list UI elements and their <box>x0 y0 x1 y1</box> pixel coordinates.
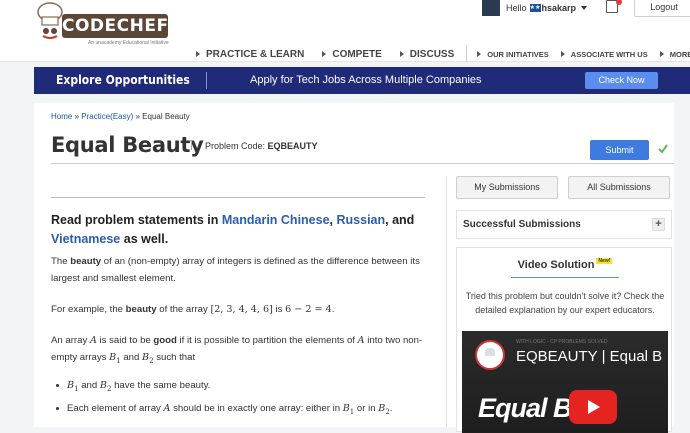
check-icon <box>658 144 668 154</box>
problem-card: Home » Practice(Easy) » Equal Beauty Equ… <box>34 103 674 433</box>
nav-divider <box>466 45 468 63</box>
triangle-right-icon <box>477 51 482 57</box>
triangle-right-icon <box>659 51 664 57</box>
breadcrumb-home[interactable]: Home <box>51 112 72 121</box>
page-title: Equal Beauty <box>51 133 204 157</box>
list-item: B1 and B2 have the same beauty. <box>51 376 425 399</box>
title-divider <box>51 163 674 164</box>
greeting-text: Hello <box>506 3 527 13</box>
star-rating-icon: ★★ <box>529 4 541 12</box>
nav-our-initiatives[interactable]: OUR INITIATIVES <box>477 50 549 59</box>
channel-avatar-icon <box>475 340 505 370</box>
triangle-right-icon <box>399 51 404 57</box>
breadcrumb: Home » Practice(Easy) » Equal Beauty <box>51 112 190 121</box>
new-badge: New! <box>596 258 613 264</box>
triangle-right-icon <box>560 51 565 57</box>
chevron-down-icon <box>581 6 588 10</box>
notification-badge <box>616 0 622 5</box>
conditions-list: B1 and B2 have the same beauty. Each ele… <box>51 376 425 422</box>
statement-divider <box>51 197 425 198</box>
banner-message: Apply for Tech Jobs Across Multiple Comp… <box>250 74 482 86</box>
check-now-button[interactable]: Check Now <box>585 72 658 89</box>
successful-submissions-panel[interactable]: Successful Submissions + <box>456 210 672 239</box>
triangle-right-icon <box>322 51 327 57</box>
thumbnail-caption: WITH LOGIC - CP PROBLEMS SOLVED <box>516 339 608 345</box>
notification-icon[interactable] <box>606 0 622 13</box>
breadcrumb-current: Equal Beauty <box>142 112 190 121</box>
video-solution-panel: Video Solution New! Tried this problem bu… <box>456 247 672 433</box>
paragraph-beauty-def: The beauty of an (non-empty) array of in… <box>51 256 420 284</box>
triangle-right-icon <box>196 51 200 57</box>
nav-associate[interactable]: ASSOCIATE WITH US <box>560 50 648 59</box>
link-russian[interactable]: Russian <box>337 213 386 227</box>
banner-title: Explore Opportunities <box>56 73 190 87</box>
logo-wordmark: CODECHEF <box>62 14 169 38</box>
submit-button[interactable]: Submit <box>590 140 649 160</box>
breadcrumb-practice[interactable]: Practice(Easy) <box>81 112 133 121</box>
paragraph-example: For example, the beauty of the array [2,… <box>51 304 335 315</box>
codechef-logo[interactable]: CODECHEF An unacademy Educational Initia… <box>34 2 174 46</box>
my-submissions-button[interactable]: My Submissions <box>456 176 558 199</box>
list-item: Each element of array A should be in exa… <box>51 399 425 422</box>
video-description: Tried this problem but couldn't solve it… <box>465 291 665 315</box>
play-icon[interactable] <box>569 390 617 424</box>
main-nav: PRACTICE & LEARN COMPETE DISCUSS OUR INI… <box>196 45 690 63</box>
avatar <box>482 0 500 16</box>
opportunities-banner: Explore Opportunities Apply for Tech Job… <box>34 67 690 94</box>
logo-subtitle: An unacademy Educational Initiative <box>88 40 169 46</box>
nav-practice-learn[interactable]: PRACTICE & LEARN <box>196 49 304 60</box>
video-title: EQBEAUTY | Equal B <box>516 348 663 365</box>
nav-compete[interactable]: COMPETE <box>322 49 382 60</box>
video-thumbnail[interactable]: WITH LOGIC - CP PROBLEMS SOLVED EQBEAUTY… <box>462 331 668 433</box>
language-links: Read problem statements in Mandarin Chin… <box>51 213 415 246</box>
video-solution-title: Video Solution New! <box>517 258 613 271</box>
expand-plus-icon[interactable]: + <box>652 218 665 231</box>
successful-submissions-label: Successful Submissions <box>463 219 581 230</box>
problem-code: Problem Code: EQBEAUTY <box>191 141 318 151</box>
top-header: CODECHEF An unacademy Educational Initia… <box>0 0 690 63</box>
title-underline <box>511 277 619 278</box>
nav-more[interactable]: MORE <box>659 50 690 59</box>
username: hsakarp <box>541 3 577 13</box>
all-submissions-button[interactable]: All Submissions <box>568 176 670 199</box>
link-mandarin[interactable]: Mandarin Chinese <box>222 213 330 227</box>
paragraph-good-def: An array A is said to be good if it is p… <box>51 335 423 365</box>
column-divider <box>446 176 447 427</box>
user-menu[interactable]: Hello ★★ hsakarp <box>482 0 588 16</box>
link-vietnamese[interactable]: Vietnamese <box>51 232 120 246</box>
logout-button[interactable]: Logout <box>634 0 690 17</box>
banner-divider <box>206 72 207 89</box>
nav-discuss[interactable]: DISCUSS <box>399 49 454 60</box>
